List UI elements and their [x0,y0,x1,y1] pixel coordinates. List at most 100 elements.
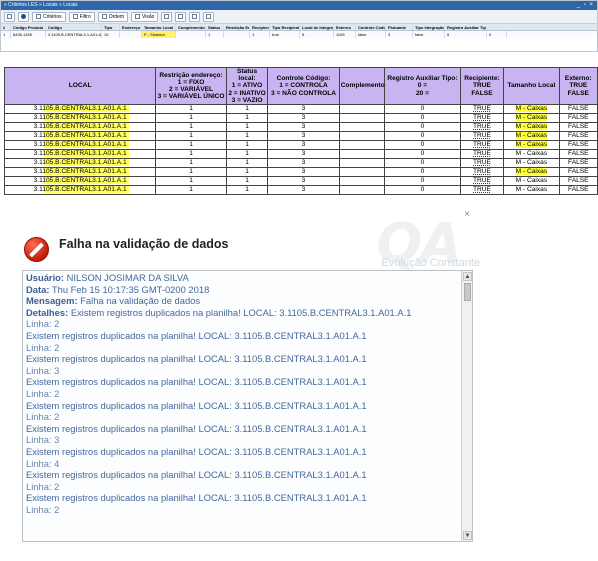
sheet-cell-tam[interactable]: M - Caixas [503,104,560,115]
sheet-cell-ctrl[interactable]: 3 [267,176,340,187]
print-button[interactable] [175,11,187,22]
sheet-cell-restr[interactable]: 1 [155,113,227,124]
sheet-cell-ext[interactable]: FALSE [558,104,598,115]
grid-header-cell[interactable]: Status [206,24,224,30]
sheet-cell-tam[interactable]: M - Caixas [503,113,560,124]
sheet-cell-local[interactable]: 3.1105.B.CENTRAL3.1.A01.A.1 [3,113,157,124]
sheet-cell-comp[interactable] [338,176,386,187]
sheet-cell-local[interactable]: 3.1105.B.CENTRAL3.1.A01.A.1 [3,185,157,196]
sheet-cell-local[interactable]: 3.1105.B.CENTRAL3.1.A01.A.1 [3,122,157,133]
sheet-cell-status[interactable]: 1 [225,185,269,196]
sheet-cell-ctrl[interactable]: 3 [267,104,340,115]
sheet-cell-local[interactable]: 3.1105.B.CENTRAL3.1.A01.A.1 [3,158,157,169]
sheet-cell-local[interactable]: 3.1105.B.CENTRAL3.1.A01.A.1 [3,104,157,115]
sheet-cell-ext[interactable]: FALSE [558,131,598,142]
grid-header-cell[interactable]: Flutuante [386,24,413,30]
sheet-cell-recip[interactable]: TRUE [459,149,505,160]
sheet-cell-ext[interactable]: FALSE [558,113,598,124]
sheet-cell-restr[interactable]: 1 [155,122,227,133]
window-controls[interactable]: _ ▫ × [577,1,594,10]
sheet-cell-ext[interactable]: FALSE [558,122,598,133]
refresh-button[interactable] [4,11,15,22]
grid-data-row[interactable]: 1 8435-1155 3.1105.B.CENTRAL3.1.A01.A.1 10 P… [1,31,597,38]
grid-header-cell[interactable]: Controle Código [356,24,386,30]
grid-header-cell[interactable]: Complemento [176,24,206,30]
close-icon[interactable]: × [464,209,470,220]
sheet-cell-local[interactable]: 3.1105.B.CENTRAL3.1.A01.A.1 [3,140,157,151]
scroll-thumb[interactable] [464,283,471,301]
sheet-cell-reg[interactable]: 0 [384,176,461,187]
sheet-cell-ctrl[interactable]: 3 [267,122,340,133]
sheet-cell-comp[interactable] [338,131,386,142]
sheet-cell-recip[interactable]: TRUE [459,131,505,142]
sheet-cell-ctrl[interactable]: 3 [267,167,340,178]
sheet-cell-local[interactable]: 3.1105.B.CENTRAL3.1.A01.A.1 [3,149,157,160]
sheet-cell-recip[interactable]: TRUE [459,104,505,115]
sheet-cell-reg[interactable]: 0 [384,113,461,124]
sheet-cell-ctrl[interactable]: 3 [267,113,340,124]
sheet-cell-tam[interactable]: M - Caixas [503,122,560,133]
grid-header-cell[interactable]: # [1,24,11,30]
sheet-row[interactable]: 3.1105.B.CENTRAL3.1.A01.A.1 1 1 3 0 TRUE M - C… [3,131,598,142]
sheet-row[interactable]: 3.1105.B.CENTRAL3.1.A01.A.1 1 1 3 0 TRUE M - C… [3,167,598,178]
sheet-cell-comp[interactable] [338,122,386,133]
sheet-cell-local[interactable]: 3.1105.B.CENTRAL3.1.A01.A.1 [3,167,157,178]
sheet-cell-status[interactable]: 1 [225,149,269,160]
sheet-cell-ctrl[interactable]: 3 [267,185,340,196]
sheet-cell-recip[interactable]: TRUE [459,185,505,196]
grid-header-cell[interactable]: Código [46,24,102,30]
sheet-cell-status[interactable]: 1 [225,158,269,169]
sheet-cell-comp[interactable] [338,185,386,196]
sheet-cell-status[interactable]: 1 [225,104,269,115]
info-button[interactable] [18,11,29,22]
sheet-cell-reg[interactable]: 0 [384,158,461,169]
sheet-cell-local[interactable]: 3.1105.B.CENTRAL3.1.A01.A.1 [3,176,157,187]
sheet-cell-recip[interactable]: TRUE [459,140,505,151]
sheet-cell-restr[interactable]: 1 [155,140,227,151]
error-details-box[interactable]: Usuário: NILSON JOSIMAR DA SILVA Data: T… [22,270,473,542]
sheet-cell-reg[interactable]: 0 [384,167,461,178]
grid-header-cell[interactable]: Local de Integração [300,24,334,30]
sheet-cell-recip[interactable]: TRUE [459,176,505,187]
sheet-cell-status[interactable]: 1 [225,122,269,133]
sheet-cell-status[interactable]: 1 [225,167,269,178]
sheet-cell-restr[interactable]: 1 [155,167,227,178]
visao-button[interactable]: Visão [131,11,159,22]
sheet-cell-ctrl[interactable]: 3 [267,131,340,142]
grid-header-cell[interactable]: Recipiente [250,24,270,30]
sheet-row[interactable]: 3.1105.B.CENTRAL3.1.A01.A.1 1 1 3 0 TRUE M - C… [3,176,598,187]
sheet-cell-comp[interactable] [338,167,386,178]
grid-header-cell[interactable]: Tipo Recipiente [270,24,300,30]
sheet-cell-restr[interactable]: 1 [155,149,227,160]
sheet-cell-tam[interactable]: M - Caixas [503,167,560,178]
scroll-up-icon[interactable]: ▲ [463,272,472,281]
sheet-cell-local[interactable]: 3.1105.B.CENTRAL3.1.A01.A.1 [3,131,157,142]
excel-button[interactable] [203,11,215,22]
grid-header-cell[interactable]: Externo [334,24,356,30]
sheet-row[interactable]: 3.1105.B.CENTRAL3.1.A01.A.1 1 1 3 0 TRUE M - C… [3,113,598,124]
grid-button[interactable] [189,11,201,22]
sheet-cell-ext[interactable]: FALSE [558,149,598,160]
sheet-cell-recip[interactable]: TRUE [459,113,505,124]
grid-header-cell[interactable]: Tamanho Local [142,24,176,30]
sheet-cell-reg[interactable]: 0 [384,122,461,133]
sheet-cell-comp[interactable] [338,158,386,169]
grid-header-cell[interactable]: Tipo [102,24,120,30]
sheet-row[interactable]: 3.1105.B.CENTRAL3.1.A01.A.1 1 1 3 0 TRUE M - C… [3,140,598,151]
sheet-row[interactable]: 3.1105.B.CENTRAL3.1.A01.A.1 1 1 3 0 TRUE M - C… [3,158,598,169]
criterios-button[interactable]: Critérios [32,11,66,22]
sheet-cell-status[interactable]: 1 [225,131,269,142]
sheet-cell-status[interactable]: 1 [225,113,269,124]
sheet-cell-status[interactable]: 1 [225,176,269,187]
sheet-cell-status[interactable]: 1 [225,140,269,151]
grid-header-cell[interactable]: Restrição End [224,24,250,30]
sheet-cell-restr[interactable]: 1 [155,131,227,142]
sheet-cell-ctrl[interactable]: 3 [267,140,340,151]
vertical-scrollbar[interactable]: ▲ ▼ [461,271,472,541]
sheet-cell-comp[interactable] [338,113,386,124]
ordem-button[interactable]: Ordem [97,11,129,22]
sheet-cell-tam[interactable]: M - Caixas [503,176,560,187]
sheet-cell-reg[interactable]: 0 [384,131,461,142]
sheet-cell-ext[interactable]: FALSE [558,140,598,151]
sheet-cell-ctrl[interactable]: 3 [267,158,340,169]
